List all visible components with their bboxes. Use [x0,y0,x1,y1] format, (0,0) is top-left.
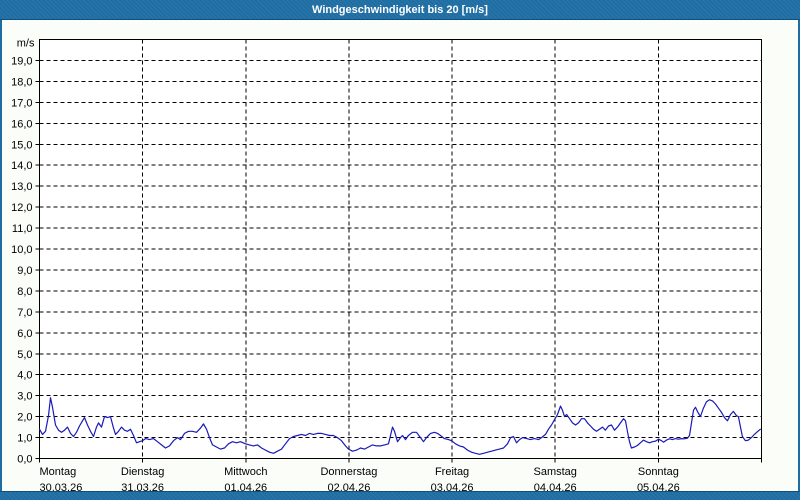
window-title: Windgeschwindigkeit bis 20 [m/s] [312,4,488,16]
y-axis-tick-label: 12,0 [11,202,32,214]
x-axis-day-label: Dienstag [121,466,164,478]
y-axis-tick-label: 18,0 [11,76,32,88]
x-axis-day-label: Samstag [534,466,577,478]
y-axis-tick-label: 0,0 [17,454,32,466]
x-axis-day-label: Mittwoch [224,466,267,478]
wind-chart: 0,0 1,0 2,0 3,0 4,0 5,0 6,0 7,0 8,0 9,0 10,0 11,0 12… [0,0,800,500]
frame-border-bottom [0,491,800,500]
y-axis-tick-label: 19,0 [11,55,32,67]
y-axis-tick-label: 14,0 [11,160,32,172]
x-axis-day-label: Montag [40,466,77,478]
y-axis-tick-label: 3,0 [17,391,32,403]
y-axis-tick-label: 17,0 [11,97,32,109]
y-axis-tick-label: 11,0 [12,223,33,235]
y-axis-tick-label: 7,0 [17,307,32,319]
y-axis-tick-label: 10,0 [11,244,32,256]
y-axis-unit-label: m/s [17,38,35,50]
y-axis-tick-label: 9,0 [17,265,32,277]
y-axis-tick-label: 4,0 [17,370,32,382]
wind-chart-window: 0,0 1,0 2,0 3,0 4,0 5,0 6,0 7,0 8,0 9,0 10,0 11,0 12… [0,0,800,500]
title-bar: Windgeschwindigkeit bis 20 [m/s] [0,0,800,20]
y-axis-tick-label: 5,0 [17,349,32,361]
y-axis-tick-label: 13,0 [11,181,32,193]
x-axis-day-label: Freitag [435,466,469,478]
x-axis-day-label: Donnerstag [320,466,377,478]
x-axis-day-label: Sonntag [638,466,679,478]
y-axis-tick-label: 16,0 [11,118,32,130]
frame-border-left [0,20,2,491]
y-axis-tick-label: 15,0 [11,139,32,151]
y-axis-tick-label: 8,0 [17,286,32,298]
y-axis-tick-label: 2,0 [17,412,32,424]
y-axis-tick-label: 1,0 [17,433,32,445]
y-axis-tick-label: 6,0 [17,328,32,340]
